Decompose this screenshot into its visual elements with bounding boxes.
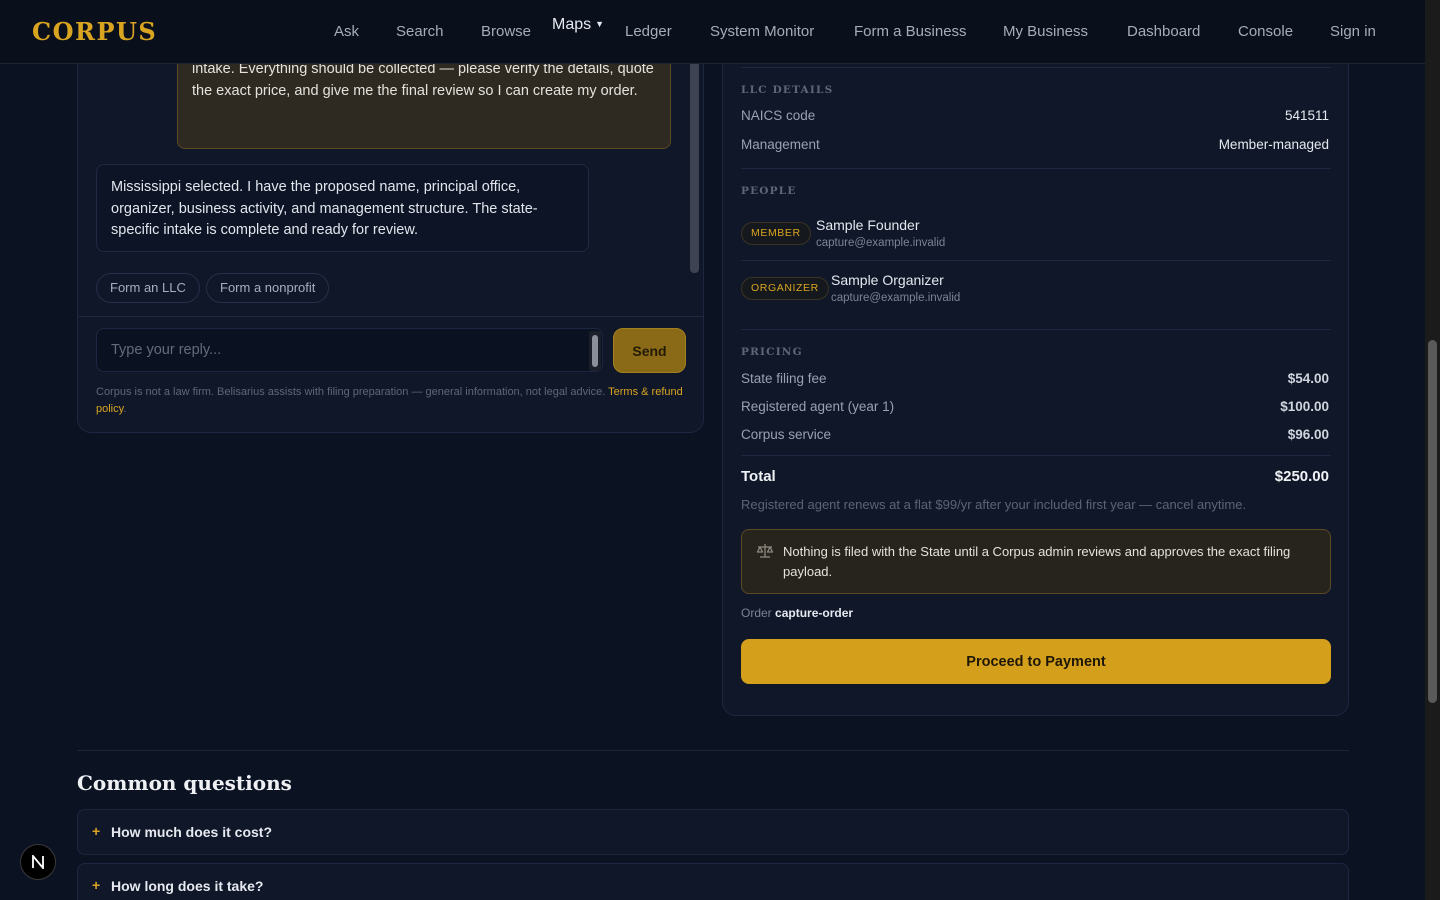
- price-value: $96.00: [1287, 427, 1329, 442]
- naics-value: 541511: [1284, 108, 1329, 123]
- faq-question: How much does it cost?: [111, 824, 273, 840]
- proceed-to-payment-button[interactable]: Proceed to Payment: [741, 639, 1331, 684]
- faq-question: How long does it take?: [111, 878, 264, 894]
- management-value: Member-managed: [1218, 137, 1329, 152]
- nav-form-business[interactable]: Form a Business: [854, 23, 967, 40]
- total-value: $250.00: [1274, 468, 1329, 485]
- dev-tools-badge[interactable]: [20, 844, 56, 880]
- management-label: Management: [741, 137, 820, 152]
- nav-system-monitor[interactable]: System Monitor: [710, 23, 814, 40]
- chat-scrollbar[interactable]: [690, 41, 699, 273]
- order-summary-panel: LLC DETAILS NAICS code 541511 Management…: [722, 40, 1349, 716]
- chip-form-llc[interactable]: Form an LLC: [96, 273, 200, 303]
- renewal-note: Registered agent renews at a flat $99/yr…: [741, 497, 1247, 512]
- chat-messages[interactable]: address, 2 people, management type — all…: [78, 41, 703, 316]
- plus-icon: +: [92, 877, 101, 893]
- assistant-message: Mississippi selected. I have the propose…: [96, 164, 589, 252]
- total-label: Total: [741, 468, 776, 485]
- input-scrollbar[interactable]: [589, 331, 601, 371]
- page-scrollbar-thumb[interactable]: [1428, 340, 1437, 703]
- send-button[interactable]: Send: [613, 328, 686, 373]
- divider: [741, 67, 1331, 68]
- nav-console[interactable]: Console: [1238, 23, 1293, 40]
- nav-ledger[interactable]: Ledger: [625, 23, 672, 40]
- plus-icon: +: [92, 823, 101, 839]
- nav-my-business[interactable]: My Business: [1003, 23, 1088, 40]
- nav-ask[interactable]: Ask: [334, 23, 359, 40]
- nav-sign-in[interactable]: Sign in: [1330, 23, 1376, 40]
- divider: [741, 455, 1331, 456]
- chip-form-nonprofit[interactable]: Form a nonprofit: [206, 273, 330, 303]
- disclaimer-end: .: [123, 403, 127, 415]
- faq-title: Common questions: [77, 771, 292, 795]
- nav-browse[interactable]: Browse: [481, 23, 531, 40]
- divider: [77, 750, 1349, 751]
- divider: [741, 260, 1331, 261]
- person-name: Sample Founder: [816, 217, 920, 233]
- nav-maps-dropdown[interactable]: Maps ▼: [552, 16, 604, 34]
- person-email: capture@example.invalid: [831, 292, 961, 304]
- price-value: $100.00: [1280, 399, 1329, 414]
- divider: [78, 316, 703, 317]
- notice-text: Nothing is filed with the State until a …: [783, 544, 1291, 579]
- person-name: Sample Organizer: [831, 272, 944, 288]
- price-label: State filing fee: [741, 371, 827, 386]
- role-badge-organizer: ORGANIZER: [741, 277, 829, 300]
- nav-maps-label: Maps: [552, 16, 592, 33]
- disclaimer-text: Corpus is not a law firm. Belisarius ass…: [96, 386, 606, 398]
- order-id: capture-order: [775, 606, 854, 620]
- order-label: Order: [741, 606, 772, 620]
- person-email: capture@example.invalid: [816, 237, 946, 249]
- divider: [741, 329, 1331, 330]
- nav-dashboard[interactable]: Dashboard: [1127, 23, 1200, 40]
- naics-label: NAICS code: [741, 108, 816, 123]
- section-label-llc-details: LLC DETAILS: [741, 84, 834, 96]
- logo[interactable]: CORPUS: [32, 17, 157, 46]
- review-notice: Nothing is filed with the State until a …: [741, 529, 1331, 594]
- price-label: Corpus service: [741, 427, 832, 442]
- chat-panel: address, 2 people, management type — all…: [77, 40, 704, 433]
- faq-item-cost[interactable]: + How much does it cost?: [77, 809, 1349, 855]
- top-nav: CORPUS Ask Search Browse Maps ▼ Ledger Sy…: [0, 0, 1425, 64]
- section-label-pricing: PRICING: [741, 346, 803, 358]
- caret-down-icon: ▼: [595, 19, 605, 29]
- reply-input[interactable]: [96, 328, 603, 372]
- order-id-line: Order capture-order: [741, 606, 853, 620]
- section-label-people: PEOPLE: [741, 185, 797, 197]
- scale-icon: [756, 544, 774, 558]
- divider: [741, 168, 1331, 169]
- role-badge-member: MEMBER: [741, 222, 811, 245]
- nav-search[interactable]: Search: [396, 23, 444, 40]
- disclaimer: Corpus is not a law firm. Belisarius ass…: [96, 384, 688, 418]
- price-value: $54.00: [1287, 371, 1329, 386]
- n-logo-icon: [32, 855, 44, 869]
- price-label: Registered agent (year 1): [741, 399, 895, 414]
- faq-item-duration[interactable]: + How long does it take?: [77, 863, 1349, 900]
